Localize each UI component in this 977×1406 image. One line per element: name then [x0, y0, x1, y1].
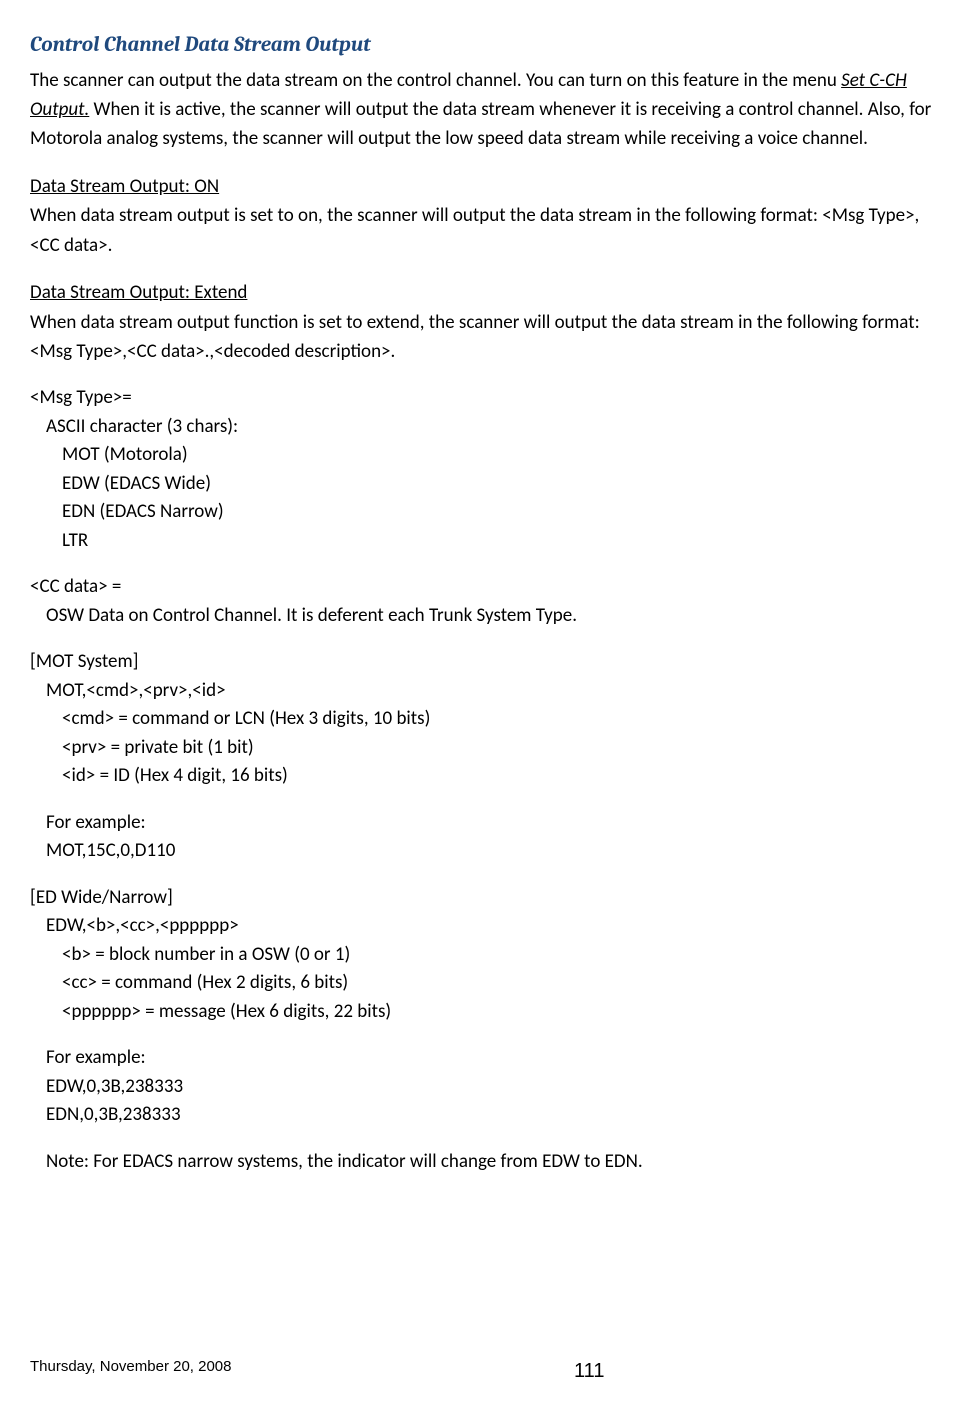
- ed-example-label: For example:: [30, 1044, 947, 1073]
- mot-system-block: [MOT System] MOT,<cmd>,<prv>,<id> <cmd> …: [30, 648, 947, 791]
- ed-example-1: EDW,0,3B,238333: [30, 1073, 947, 1102]
- intro-paragraph: The scanner can output the data stream o…: [30, 66, 947, 154]
- mot-l3: <cmd> = command or LCN (Hex 3 digits, 10…: [30, 705, 947, 734]
- msg-type-block: <Msg Type>= ASCII character (3 chars): M…: [30, 384, 947, 555]
- ed-example-block: For example: EDW,0,3B,238333 EDN,0,3B,23…: [30, 1044, 947, 1130]
- ed-l4: <cc> = command (Hex 2 digits, 6 bits): [30, 969, 947, 998]
- intro-post: When it is active, the scanner will outp…: [30, 98, 931, 150]
- intro-pre: The scanner can output the data stream o…: [30, 69, 841, 92]
- ccdata-l1: <CC data> =: [30, 573, 947, 602]
- msgtype-l3: MOT (Motorola): [30, 441, 947, 470]
- ccdata-l2: OSW Data on Control Channel. It is defer…: [30, 602, 947, 631]
- mot-l5: <id> = ID (Hex 4 digit, 16 bits): [30, 762, 947, 791]
- msgtype-l6: LTR: [30, 527, 947, 556]
- ed-system-block: [ED Wide/Narrow] EDW,<b>,<cc>,<pppppp> <…: [30, 884, 947, 1027]
- mot-l1: [MOT System]: [30, 648, 947, 677]
- output-extend-body: When data stream output function is set …: [30, 308, 947, 367]
- ed-note-block: Note: For EDACS narrow systems, the indi…: [30, 1148, 947, 1177]
- msgtype-l5: EDN (EDACS Narrow): [30, 498, 947, 527]
- page-footer: Thursday, November 20, 2008 111: [30, 1356, 947, 1386]
- msgtype-l1: <Msg Type>=: [30, 384, 947, 413]
- mot-example-label: For example:: [30, 809, 947, 838]
- ed-l5: <pppppp> = message (Hex 6 digits, 22 bit…: [30, 998, 947, 1027]
- output-on-heading: Data Stream Output: ON: [30, 175, 219, 198]
- mot-example-block: For example: MOT,15C,0,D110: [30, 809, 947, 866]
- output-extend-heading: Data Stream Output: Extend: [30, 281, 247, 304]
- mot-l4: <prv> = private bit (1 bit): [30, 734, 947, 763]
- ed-note: Note: For EDACS narrow systems, the indi…: [30, 1148, 947, 1177]
- mot-example-value: MOT,15C,0,D110: [30, 837, 947, 866]
- ed-l1: [ED Wide/Narrow]: [30, 884, 947, 913]
- cc-data-block: <CC data> = OSW Data on Control Channel.…: [30, 573, 947, 630]
- msgtype-l2: ASCII character (3 chars):: [30, 413, 947, 442]
- msgtype-l4: EDW (EDACS Wide): [30, 470, 947, 499]
- ed-example-2: EDN,0,3B,238333: [30, 1101, 947, 1130]
- output-extend-block: Data Stream Output: Extend When data str…: [30, 278, 947, 366]
- footer-date: Thursday, November 20, 2008: [30, 1356, 232, 1379]
- output-on-body: When data stream output is set to on, th…: [30, 201, 947, 260]
- mot-l2: MOT,<cmd>,<prv>,<id>: [30, 677, 947, 706]
- output-on-block: Data Stream Output: ON When data stream …: [30, 172, 947, 260]
- section-heading: Control Channel Data Stream Output: [30, 30, 947, 62]
- ed-l3: <b> = block number in a OSW (0 or 1): [30, 941, 947, 970]
- ed-l2: EDW,<b>,<cc>,<pppppp>: [30, 912, 947, 941]
